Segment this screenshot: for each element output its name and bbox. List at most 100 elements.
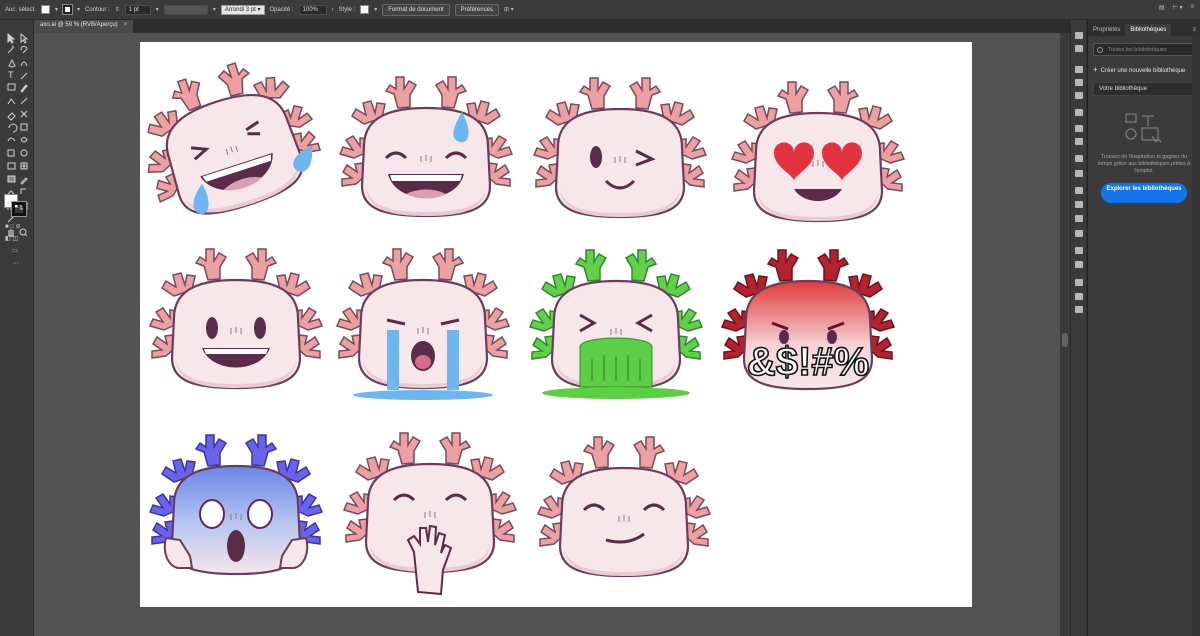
export-icon[interactable] [1075, 201, 1083, 208]
align-icon[interactable]: ▤ [1159, 4, 1165, 11]
tab-libraries[interactable]: Bibliothèques [1125, 24, 1172, 36]
lasso-tool-icon[interactable] [20, 46, 28, 54]
stroke-panel-icon[interactable] [1075, 138, 1083, 145]
selection-tool-icon[interactable] [7, 32, 16, 44]
pathfinder-icon[interactable] [1075, 261, 1083, 268]
mesh-tool-icon[interactable] [20, 162, 28, 170]
cloud-icon[interactable] [1075, 32, 1083, 39]
free-transform-tool-icon[interactable] [7, 149, 15, 157]
brush-tool-icon[interactable] [20, 84, 28, 93]
image-icon[interactable] [1075, 66, 1083, 73]
document-tab[interactable]: axo.ai @ 50 % (RVB/Aperçu) × [34, 20, 134, 33]
emoji-vomit[interactable] [529, 249, 703, 399]
library-description: Trouvez de l'inspiration et gagnez du te… [1097, 154, 1191, 174]
library-search-placeholder: Toutes les bibliothèques [1108, 47, 1167, 53]
emoji-smile[interactable] [149, 248, 323, 390]
more-options-icon[interactable]: ⊢ ▾ [1173, 4, 1183, 11]
eraser-tool-icon[interactable] [7, 112, 16, 121]
draw-mode-icons[interactable]: ◧ ◫ [5, 235, 18, 242]
color-mode-icons[interactable]: ■ □ ⊘ [5, 223, 21, 230]
more-tools-icon[interactable]: ··· [12, 260, 19, 267]
tab-properties[interactable]: Propriétés [1088, 24, 1125, 36]
appearance-icon[interactable] [1075, 109, 1083, 116]
links-icon[interactable] [1075, 215, 1083, 222]
symbol-sprayer-tool-icon[interactable] [20, 188, 26, 194]
paragraph-icon[interactable] [1075, 293, 1083, 300]
scissors-tool-icon[interactable] [20, 110, 28, 118]
type-tool-icon[interactable]: T [7, 71, 14, 81]
axolotl-emoji-set: &$!#% [123, 45, 905, 596]
create-library-button[interactable]: + Créer une nouvelle bibliothèque [1093, 65, 1195, 74]
library-search-input[interactable]: Toutes les bibliothèques [1093, 43, 1195, 56]
style-dropdown-icon[interactable]: ▾ [374, 6, 377, 13]
brush-definition-field[interactable]: Arrondi 3 pt ▾ [220, 4, 265, 15]
stroke-dropdown-icon[interactable]: ▾ [77, 6, 80, 13]
direct-selection-tool-icon[interactable] [20, 32, 29, 44]
opentype-icon[interactable] [1075, 306, 1083, 313]
character-icon[interactable] [1075, 279, 1083, 286]
emoji-crying[interactable] [336, 248, 510, 400]
shaper-tool-icon[interactable] [7, 98, 16, 105]
document-tab-bar: axo.ai @ 50 % (RVB/Aperçu) × [34, 20, 1084, 33]
search-icon [1097, 47, 1103, 53]
panel-scrollbar[interactable] [1192, 36, 1200, 636]
slice-tool-icon[interactable] [7, 215, 15, 223]
vertical-scrollbar[interactable] [1060, 33, 1070, 636]
symbols-icon[interactable] [1075, 170, 1083, 177]
stroke-stepper-icon[interactable]: ⇕ [115, 6, 120, 13]
emoji-wink[interactable] [533, 77, 707, 219]
scale-tool-icon[interactable] [20, 123, 28, 131]
arrange-icon[interactable]: ⊞ ▾ [504, 6, 514, 13]
layers-icon[interactable] [1075, 187, 1083, 194]
perspective-grid-tool-icon[interactable] [7, 162, 16, 170]
opacity-field[interactable]: 100% [298, 4, 327, 15]
fill-color-swatch[interactable] [41, 5, 51, 14]
rectangle-tool-icon[interactable] [7, 83, 16, 91]
magic-wand-tool-icon[interactable] [7, 45, 15, 54]
eyedropper-tool-icon[interactable] [20, 177, 28, 185]
scrollbar-thumb[interactable] [1062, 333, 1068, 347]
libraries-icon[interactable] [1075, 45, 1083, 52]
width-tool-icon[interactable] [7, 137, 16, 142]
profile-dropdown-icon[interactable]: ▾ [213, 6, 216, 13]
preferences-button[interactable]: Préférences [454, 3, 499, 16]
emoji-scream[interactable] [149, 434, 323, 576]
your-library-item[interactable]: Votre bibliothèque [1093, 82, 1195, 96]
stroke-weight-dropdown-icon[interactable]: ▾ [156, 6, 159, 13]
color-icon[interactable] [1075, 155, 1083, 162]
opacity-dropdown-icon[interactable]: › [332, 7, 334, 13]
emoji-heart-eyes[interactable] [731, 81, 905, 223]
emoji-rage[interactable]: &$!#% [721, 249, 895, 391]
artboards-icon[interactable] [1075, 230, 1083, 237]
stroke-swatch-icon[interactable] [11, 201, 27, 217]
canvas-area[interactable]: &$!#% [34, 33, 1070, 636]
close-tab-icon[interactable]: × [124, 22, 128, 31]
rotate-tool-icon[interactable] [8, 123, 18, 133]
warp-tool-icon[interactable] [20, 137, 28, 143]
align-panel-icon[interactable] [1075, 247, 1083, 254]
pencil-tool-icon[interactable] [20, 97, 28, 105]
screen-mode-icon[interactable]: ▭ [12, 247, 18, 254]
curvature-tool-icon[interactable] [20, 61, 28, 67]
gradient-tool-icon[interactable] [7, 175, 16, 183]
stroke-weight-field[interactable]: 1 pt [124, 4, 151, 15]
line-tool-icon[interactable] [20, 72, 28, 80]
emoji-sweat-smile[interactable] [339, 76, 513, 218]
explore-libraries-button[interactable]: Explorer les bibliothèques [1101, 183, 1187, 203]
swatches-icon[interactable] [1075, 125, 1083, 132]
panel-menu-icon[interactable]: ≡ [1190, 4, 1194, 11]
emoji-smirk[interactable] [537, 436, 711, 578]
artboard[interactable]: &$!#% [123, 42, 972, 607]
brushes-icon[interactable] [1075, 92, 1083, 99]
pen-tool-icon[interactable] [8, 58, 16, 68]
variable-width-profile[interactable] [163, 4, 208, 15]
fill-dropdown-icon[interactable]: ▾ [55, 6, 58, 13]
stroke-color-swatch[interactable] [62, 4, 74, 15]
panel-menu-icon[interactable]: ≡ [1188, 24, 1200, 36]
shape-builder-tool-icon[interactable] [20, 149, 28, 157]
transform-icon[interactable] [1075, 79, 1083, 86]
emoji-hand-over-mouth[interactable] [343, 432, 517, 596]
document-setup-button[interactable]: Format de document [382, 3, 450, 16]
emoji-rofl[interactable] [123, 45, 331, 231]
graphic-style-swatch[interactable] [360, 5, 370, 14]
